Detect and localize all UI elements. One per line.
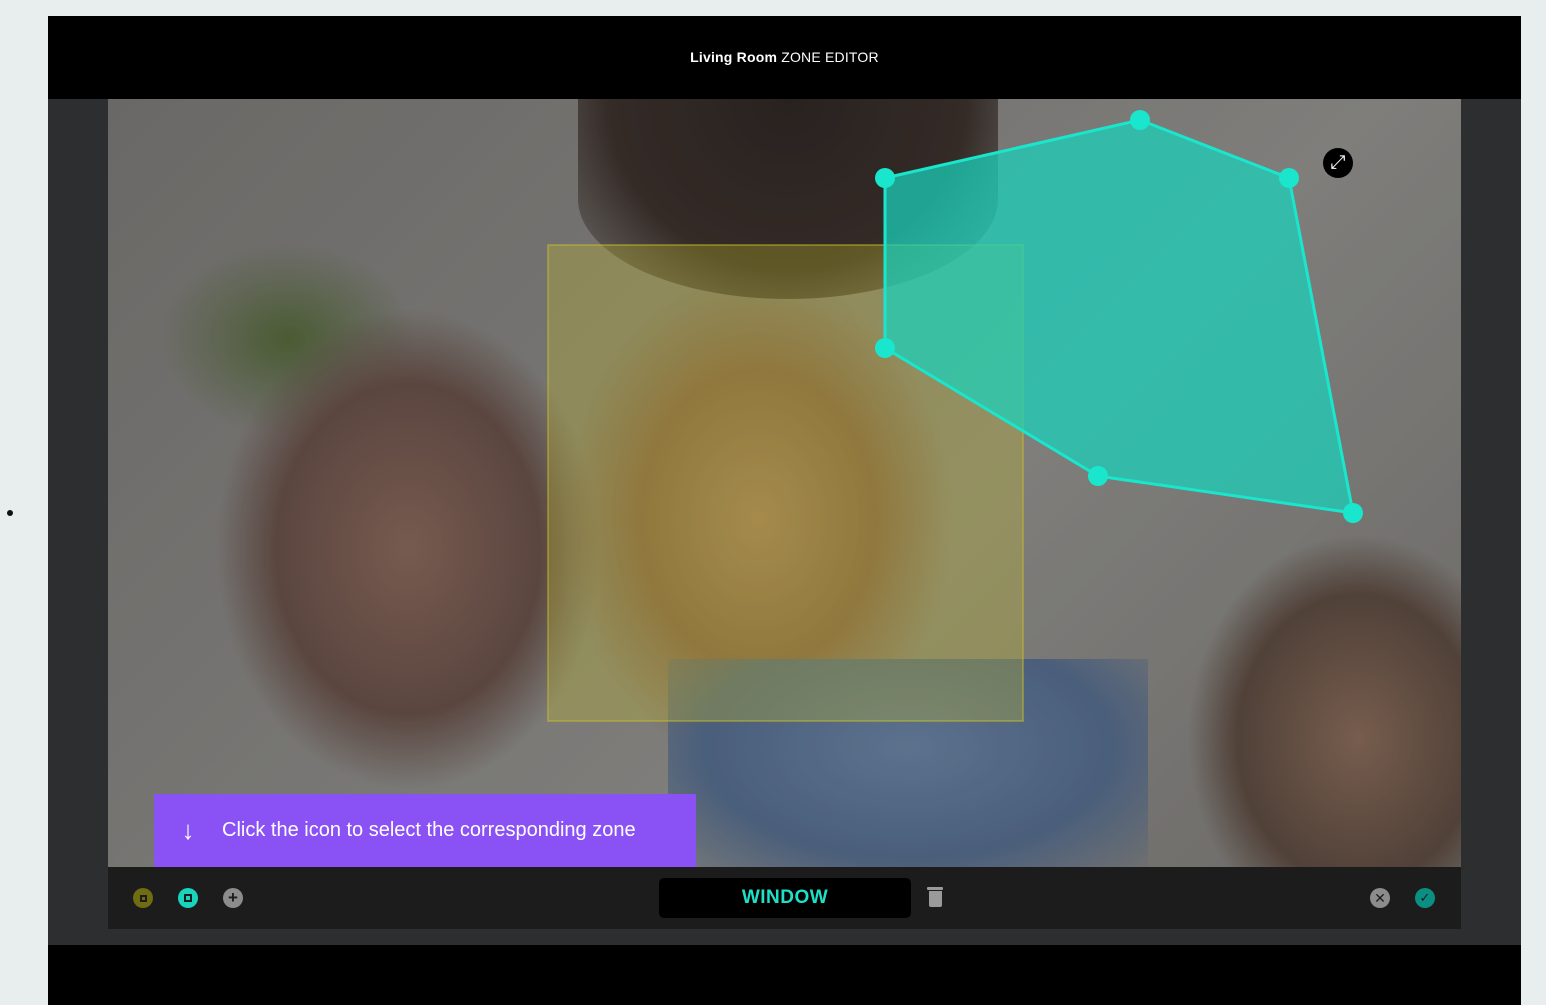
zone-vertex-handle[interactable] (1088, 466, 1108, 486)
trash-icon-can (928, 891, 942, 907)
close-icon[interactable]: ✕ (1370, 888, 1390, 908)
zone-vertex-handle[interactable] (1343, 503, 1363, 523)
zone-yellow-icon[interactable] (133, 888, 153, 908)
zone-teal-icon-inner (184, 894, 192, 902)
zone-vertex-handle[interactable] (1130, 110, 1150, 130)
zone-teal-icon[interactable] (178, 888, 198, 908)
hint-text: Click the icon to select the correspondi… (222, 819, 636, 841)
zone-toolbar: + WINDOW ✕ ✓ (108, 867, 1461, 929)
zone-vertex-handle[interactable] (875, 168, 895, 188)
add-icon[interactable]: + (223, 888, 243, 908)
zone-overlay (547, 110, 1363, 722)
trash-icon[interactable] (927, 887, 943, 907)
zone-name-field[interactable]: WINDOW (659, 878, 911, 918)
hint-banner: ↓ Click the icon to select the correspon… (154, 794, 696, 867)
camera-name: Living Room (690, 49, 778, 65)
zone-editor-window: Living Room ZONE EDITOR ⤢ ↓ Click the ic… (48, 16, 1521, 1005)
check-icon[interactable]: ✓ (1415, 888, 1435, 908)
editor-title: ZONE EDITOR (781, 49, 879, 65)
arrow-down-icon: ↓ (181, 815, 195, 845)
zone-vertex-handle[interactable] (875, 338, 895, 358)
title-bar: Living Room ZONE EDITOR (48, 16, 1521, 99)
trash-icon-lid (927, 887, 943, 890)
expand-icon[interactable]: ⤢ (1323, 148, 1353, 178)
list-bullet (7, 510, 13, 516)
zone-yellow-icon-inner (139, 894, 147, 902)
camera-feed: ⤢ ↓ Click the icon to select the corresp… (108, 99, 1461, 867)
zone-vertex-handle[interactable] (1279, 168, 1299, 188)
editor-stage: ⤢ ↓ Click the icon to select the corresp… (48, 99, 1521, 945)
